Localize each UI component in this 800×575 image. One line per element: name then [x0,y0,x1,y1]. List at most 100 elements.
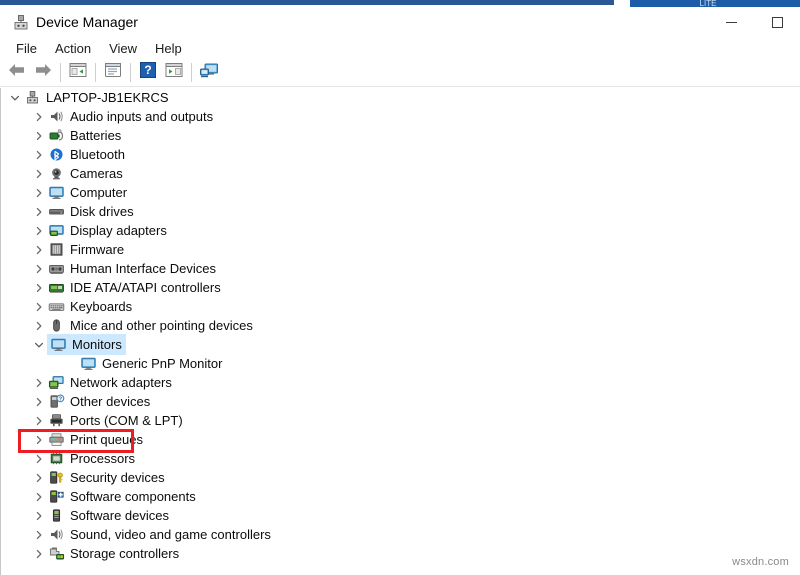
chevron-right-icon[interactable] [31,164,47,183]
tree-item-ports-com-lpt[interactable]: Ports (COM & LPT) [1,411,800,430]
chevron-right-icon[interactable] [31,544,47,563]
tree-item-human-interface-devices[interactable]: Human Interface Devices [1,259,800,278]
tree-item-keyboards[interactable]: Keyboards [1,297,800,316]
toolbar: ? [0,59,800,87]
chevron-right-icon[interactable] [31,392,47,411]
device-manager-window: LITE Device Manager File Action View Hel… [0,0,800,575]
tree-item-software-components[interactable]: Software components [1,487,800,506]
hid-icon [47,260,65,278]
menu-bar: File Action View Help [0,38,800,59]
device-tree[interactable]: LAPTOP-JB1EKRCS Audio inputs and outputs B… [0,88,800,575]
tree-item-label: Firmware [70,242,125,257]
chevron-right-icon[interactable] [31,373,47,392]
tree-item-cameras[interactable]: Cameras [1,164,800,183]
tree-item-laptop-jb1ekrcs[interactable]: LAPTOP-JB1EKRCS [1,88,800,107]
chevron-right-icon[interactable] [31,468,47,487]
help-button[interactable]: ? [135,61,161,85]
tree-item-content: IDE ATA/ATAPI controllers [47,278,221,297]
tree-item-label: Human Interface Devices [70,261,216,276]
chevron-right-icon[interactable] [31,107,47,126]
tree-item-label: Processors [70,451,136,466]
tree-item-label: Keyboards [70,299,133,314]
background-strip: LITE [0,0,800,7]
chevron-down-icon[interactable] [7,88,23,107]
tree-item-monitors[interactable]: Monitors [1,334,800,355]
menu-action[interactable]: Action [46,38,100,59]
chevron-down-icon[interactable] [31,335,47,354]
chevron-right-icon[interactable] [31,183,47,202]
software-component-icon [47,488,65,506]
menu-view[interactable]: View [100,38,146,59]
chevron-right-icon[interactable] [31,145,47,164]
tree-item-network-adapters[interactable]: Network adapters [1,373,800,392]
speaker-icon [47,526,65,544]
tree-item-label: LAPTOP-JB1EKRCS [46,90,169,105]
tree-item-mice-and-other-pointing-devices[interactable]: Mice and other pointing devices [1,316,800,335]
tree-item-computer[interactable]: Computer [1,183,800,202]
chevron-right-icon[interactable] [31,126,47,145]
chevron-right-icon[interactable] [31,525,47,544]
tree-item-content: Batteries [47,126,121,145]
tree-item-security-devices[interactable]: Security devices [1,468,800,487]
firmware-chip-icon [47,241,65,259]
tree-item-content: Computer [47,183,127,202]
scan-hardware-changes-button[interactable] [196,61,222,85]
chevron-right-icon[interactable] [31,430,47,449]
tree-item-label: Audio inputs and outputs [70,109,214,124]
tree-item-content: Display adapters [47,221,167,240]
tree-item-storage-controllers[interactable]: Storage controllers [1,544,800,563]
update-driver-icon [165,62,183,83]
tree-item-sound-video-and-game-controllers[interactable]: Sound, video and game controllers [1,525,800,544]
tree-item-print-queues[interactable]: Print queues [1,430,800,449]
speaker-icon [47,108,65,126]
minimize-button[interactable] [708,7,754,38]
chevron-right-icon[interactable] [31,487,47,506]
chevron-right-icon[interactable] [31,449,47,468]
show-hide-console-tree-icon [69,62,87,83]
show-hide-console-tree-button[interactable] [65,61,91,85]
tree-item-batteries[interactable]: Batteries [1,126,800,145]
tree-item-content: Bluetooth [47,145,125,164]
chevron-right-icon[interactable] [31,411,47,430]
tree-item-generic-pnp-monitor[interactable]: Generic PnP Monitor [1,354,800,373]
tree-item-processors[interactable]: Processors [1,449,800,468]
tree-item-label: Cameras [70,166,123,181]
toolbar-separator-1 [60,63,61,82]
tree-item-disk-drives[interactable]: Disk drives [1,202,800,221]
menu-file[interactable]: File [7,38,46,59]
chevron-right-icon[interactable] [31,297,47,316]
update-driver-button[interactable] [161,61,187,85]
tree-item-display-adapters[interactable]: Display adapters [1,221,800,240]
chevron-right-icon[interactable] [31,259,47,278]
tree-item-other-devices[interactable]: ? Other devices [1,392,800,411]
tree-item-label: Disk drives [70,204,134,219]
tree-item-label: Print queues [70,432,143,447]
port-icon [47,412,65,430]
chevron-right-icon[interactable] [31,240,47,259]
maximize-button[interactable] [754,7,800,38]
tree-item-firmware[interactable]: Firmware [1,240,800,259]
tree-item-software-devices[interactable]: Software devices [1,506,800,525]
forward-button[interactable] [30,61,56,85]
chevron-right-icon[interactable] [31,202,47,221]
properties-button[interactable] [100,61,126,85]
tree-item-audio-inputs-and-outputs[interactable]: Audio inputs and outputs [1,107,800,126]
scan-hardware-changes-icon [199,62,219,84]
tree-item-ide-ata-atapi-controllers[interactable]: IDE ATA/ATAPI controllers [1,278,800,297]
storage-controller-icon [47,545,65,563]
svg-text:?: ? [144,63,151,77]
tree-item-label: Batteries [70,128,122,143]
tree-item-content: Cameras [47,164,123,183]
tree-item-content: Print queues [47,430,143,449]
tree-item-content: ? Other devices [47,392,150,411]
watermark: wsxdn.com [732,556,789,568]
chevron-right-icon[interactable] [31,278,47,297]
chevron-right-icon[interactable] [31,506,47,525]
chevron-right-icon[interactable] [31,221,47,240]
chevron-right-icon[interactable] [31,316,47,335]
back-button[interactable] [4,61,30,85]
tree-item-content: Software components [47,487,196,506]
menu-help[interactable]: Help [146,38,191,59]
tree-item-label: Computer [70,185,128,200]
tree-item-bluetooth[interactable]: Bluetooth [1,145,800,164]
